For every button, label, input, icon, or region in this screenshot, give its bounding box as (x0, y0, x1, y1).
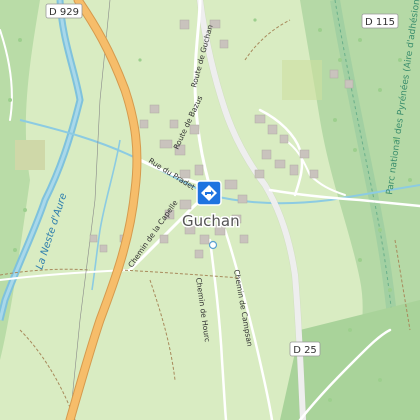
svg-text:D 929: D 929 (49, 7, 79, 18)
road-badge-d115: D 115 (361, 13, 399, 29)
svg-text:D 115: D 115 (365, 17, 395, 28)
road-badge-d25: D 25 (289, 341, 321, 357)
location-marker-icon[interactable] (196, 180, 222, 206)
town-label: Guchan (182, 212, 240, 230)
svg-text:D 25: D 25 (293, 345, 317, 356)
map-view[interactable]: La Neste d'Aure Parc national des Pyréné… (0, 0, 420, 420)
field-patch-right (282, 60, 322, 100)
map-canvas[interactable]: La Neste d'Aure Parc national des Pyréné… (0, 0, 420, 420)
road-badge-d929: D 929 (45, 3, 83, 19)
field-patch (15, 140, 45, 170)
poi-circle-icon[interactable] (208, 240, 218, 250)
